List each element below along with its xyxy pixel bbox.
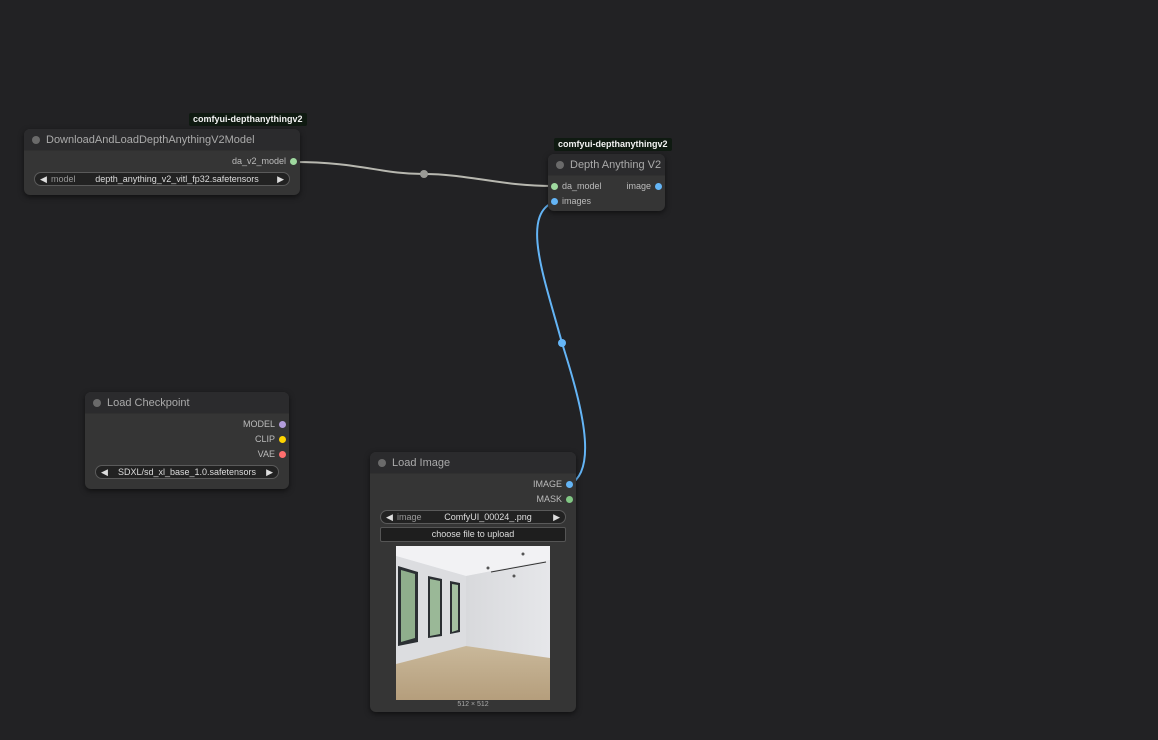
widget-value: depth_anything_v2_vitl_fp32.safetensors xyxy=(95,174,259,184)
image-combo-widget[interactable]: ◀ image ComfyUI_00024_.png ▶ xyxy=(380,510,566,524)
node-title-bar[interactable]: Load Image xyxy=(370,452,576,474)
ckpt-name-combo-widget[interactable]: ◀ SDXL/sd_xl_base_1.0.safetensors ▶ xyxy=(95,465,279,479)
output-dot-icon[interactable] xyxy=(566,496,573,503)
image-link[interactable] xyxy=(536,201,587,486)
input-dot-icon[interactable] xyxy=(551,183,558,190)
load-checkpoint-node[interactable]: Load Checkpoint MODEL CLIP VAE ◀ SDXL/sd… xyxy=(85,392,289,489)
model-combo-widget[interactable]: ◀ model depth_anything_v2_vitl_fp32.safe… xyxy=(34,172,290,186)
image-preview xyxy=(396,546,550,700)
input-slot-label: images xyxy=(562,196,592,206)
output-dot-icon[interactable] xyxy=(279,421,286,428)
output-slot-image[interactable]: image xyxy=(626,179,665,194)
output-dot-icon[interactable] xyxy=(290,158,297,165)
output-slot-label: CLIP xyxy=(254,434,275,444)
arrow-right-icon[interactable]: ▶ xyxy=(277,173,284,185)
output-dot-icon[interactable] xyxy=(279,451,286,458)
model-link-midpoint[interactable] xyxy=(420,170,428,178)
output-slot-label: da_v2_model xyxy=(231,156,286,166)
collapse-dot-icon[interactable] xyxy=(32,136,40,144)
output-slot-label: VAE xyxy=(257,449,275,459)
room-photo-image xyxy=(396,546,550,700)
output-slot-vae[interactable]: VAE xyxy=(85,447,289,462)
image-link-midpoint[interactable] xyxy=(558,339,566,347)
links-layer xyxy=(292,161,587,486)
widget-value: ComfyUI_00024_.png xyxy=(444,512,532,522)
collapse-dot-icon[interactable] xyxy=(378,459,386,467)
model-link[interactable] xyxy=(292,161,555,187)
load-image-node[interactable]: Load Image IMAGE MASK ◀ image ComfyUI_00… xyxy=(370,452,576,712)
node-source-badge: comfyui-depthanythingv2 xyxy=(554,138,672,151)
node-title-bar[interactable]: Depth Anything V2 xyxy=(548,154,665,176)
node-source-badge: comfyui-depthanythingv2 xyxy=(189,113,307,126)
arrow-right-icon[interactable]: ▶ xyxy=(553,511,560,523)
widget-value: SDXL/sd_xl_base_1.0.safetensors xyxy=(117,467,257,477)
input-slot-label: da_model xyxy=(562,181,602,191)
download-load-depth-model-node[interactable]: DownloadAndLoadDepthAnythingV2Model da_v… xyxy=(24,129,300,195)
node-title: Load Checkpoint xyxy=(107,397,190,409)
output-slot-da-v2-model[interactable]: da_v2_model xyxy=(24,154,300,169)
node-title-bar[interactable]: DownloadAndLoadDepthAnythingV2Model xyxy=(24,129,300,151)
output-slot-label: IMAGE xyxy=(532,479,562,489)
collapse-dot-icon[interactable] xyxy=(93,399,101,407)
output-slot-label: image xyxy=(626,181,651,191)
output-dot-icon[interactable] xyxy=(279,436,286,443)
node-title-bar[interactable]: Load Checkpoint xyxy=(85,392,289,414)
output-dot-icon[interactable] xyxy=(655,183,662,190)
depth-anything-v2-node[interactable]: Depth Anything V2 da_model image images xyxy=(548,154,665,211)
upload-button[interactable]: choose file to upload xyxy=(380,527,566,542)
output-slot-model[interactable]: MODEL xyxy=(85,417,289,432)
output-slot-mask[interactable]: MASK xyxy=(370,492,576,507)
arrow-right-icon[interactable]: ▶ xyxy=(266,466,273,478)
preview-dimensions: 512 × 512 xyxy=(457,701,489,708)
output-slot-image[interactable]: IMAGE xyxy=(370,477,576,492)
collapse-dot-icon[interactable] xyxy=(556,161,564,169)
input-dot-icon[interactable] xyxy=(551,198,558,205)
node-title: Depth Anything V2 xyxy=(570,159,662,171)
output-slot-clip[interactable]: CLIP xyxy=(85,432,289,447)
node-title: Load Image xyxy=(392,457,451,469)
node-graph-canvas[interactable]: comfyui-depthanythingv2 DownloadAndLoadD… xyxy=(0,0,1158,740)
node-title: DownloadAndLoadDepthAnythingV2Model xyxy=(46,134,255,146)
output-dot-icon[interactable] xyxy=(566,481,573,488)
output-slot-label: MASK xyxy=(536,494,562,504)
output-slot-label: MODEL xyxy=(242,419,275,429)
input-slot-images[interactable]: images xyxy=(548,194,665,209)
input-slot-da-model[interactable]: da_model xyxy=(548,179,602,194)
